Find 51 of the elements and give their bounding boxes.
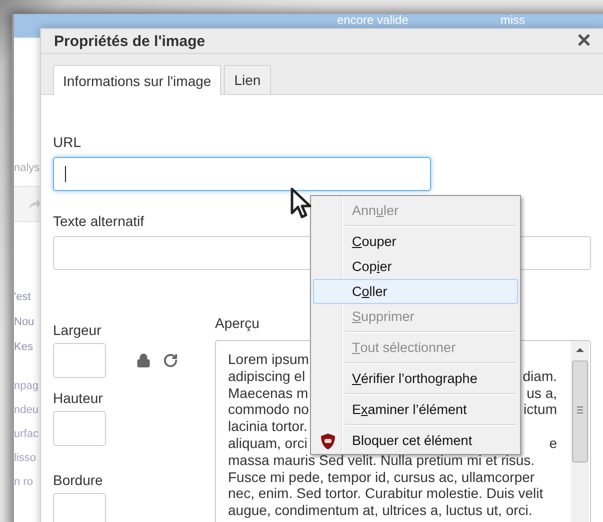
preview-text: e xyxy=(549,434,557,452)
border-field[interactable] xyxy=(53,493,106,522)
preview-text: lacinia tortor. xyxy=(228,418,308,435)
scrollbar[interactable] xyxy=(571,341,589,522)
page-text: 'est xyxy=(14,290,32,305)
preview-text: Lorem ipsum xyxy=(228,351,309,368)
tab[interactable]: Lien xyxy=(224,65,271,94)
lock-icon[interactable] xyxy=(136,353,151,368)
page-text: npag xyxy=(14,379,40,394)
column-header: encore valide xyxy=(337,14,408,27)
page-text: urfac xyxy=(14,427,40,442)
menu-item[interactable]: Vérifier l’orthographe xyxy=(313,366,518,391)
width-field[interactable] xyxy=(53,343,106,378)
field-label: Bordure xyxy=(53,472,103,488)
page-text: Kes xyxy=(14,340,34,355)
preview-text: augue, condimentum at, ultrices a, luctus ut, orci. xyxy=(228,502,532,519)
preview-text: adipiscing el xyxy=(228,368,306,385)
reset-icon[interactable] xyxy=(163,353,178,368)
menu-item[interactable]: Coller xyxy=(313,279,518,304)
page-text: Nou xyxy=(14,315,36,330)
field-label: Aperçu xyxy=(215,315,260,331)
preview-text: massa mauris Sed velit. Nulla pretium mi et risus. xyxy=(228,452,535,469)
field-label: Texte alternatif xyxy=(53,213,144,229)
menu-item[interactable]: Examiner l’élément xyxy=(313,397,518,422)
menu-item[interactable]: Copier xyxy=(313,254,518,279)
preview-text: commodo no xyxy=(228,401,309,418)
preview-text: Fusce mi pede, tempor id, cursus ac, ullamcorper xyxy=(228,468,535,486)
page-text: lisso xyxy=(14,451,38,466)
preview-text: Maecenas m xyxy=(228,384,308,402)
column-header: miss xyxy=(500,14,526,27)
dialog-title: Propriétés de l'image xyxy=(54,32,206,50)
tab[interactable]: Informations sur l'image xyxy=(53,65,222,95)
field-label: Largeur xyxy=(53,322,102,338)
menu-item[interactable]: Bloquer cet élément xyxy=(313,428,518,453)
text-caret xyxy=(65,166,66,182)
page-text: ndeu xyxy=(14,403,40,418)
url-field[interactable] xyxy=(53,157,431,191)
preview-text: ictum xyxy=(524,401,557,418)
preview-text: diam. xyxy=(522,368,557,385)
page-text: nalys xyxy=(14,161,41,176)
field-label: URL xyxy=(53,134,82,150)
page-text: n ro xyxy=(14,475,34,490)
preview-text: us a, xyxy=(526,384,557,402)
height-field[interactable] xyxy=(53,411,106,446)
shield-icon xyxy=(320,433,336,450)
preview-text: aliquam, orci xyxy=(228,434,308,452)
close-button[interactable]: × xyxy=(574,29,593,53)
menu-item[interactable]: Couper xyxy=(313,229,518,254)
preview-text: nec, enim. Sed tortor. Curabitur molestie. Duis velit xyxy=(228,485,544,502)
mouse-pointer-icon xyxy=(290,187,314,221)
field-label: Hauteur xyxy=(53,390,103,406)
